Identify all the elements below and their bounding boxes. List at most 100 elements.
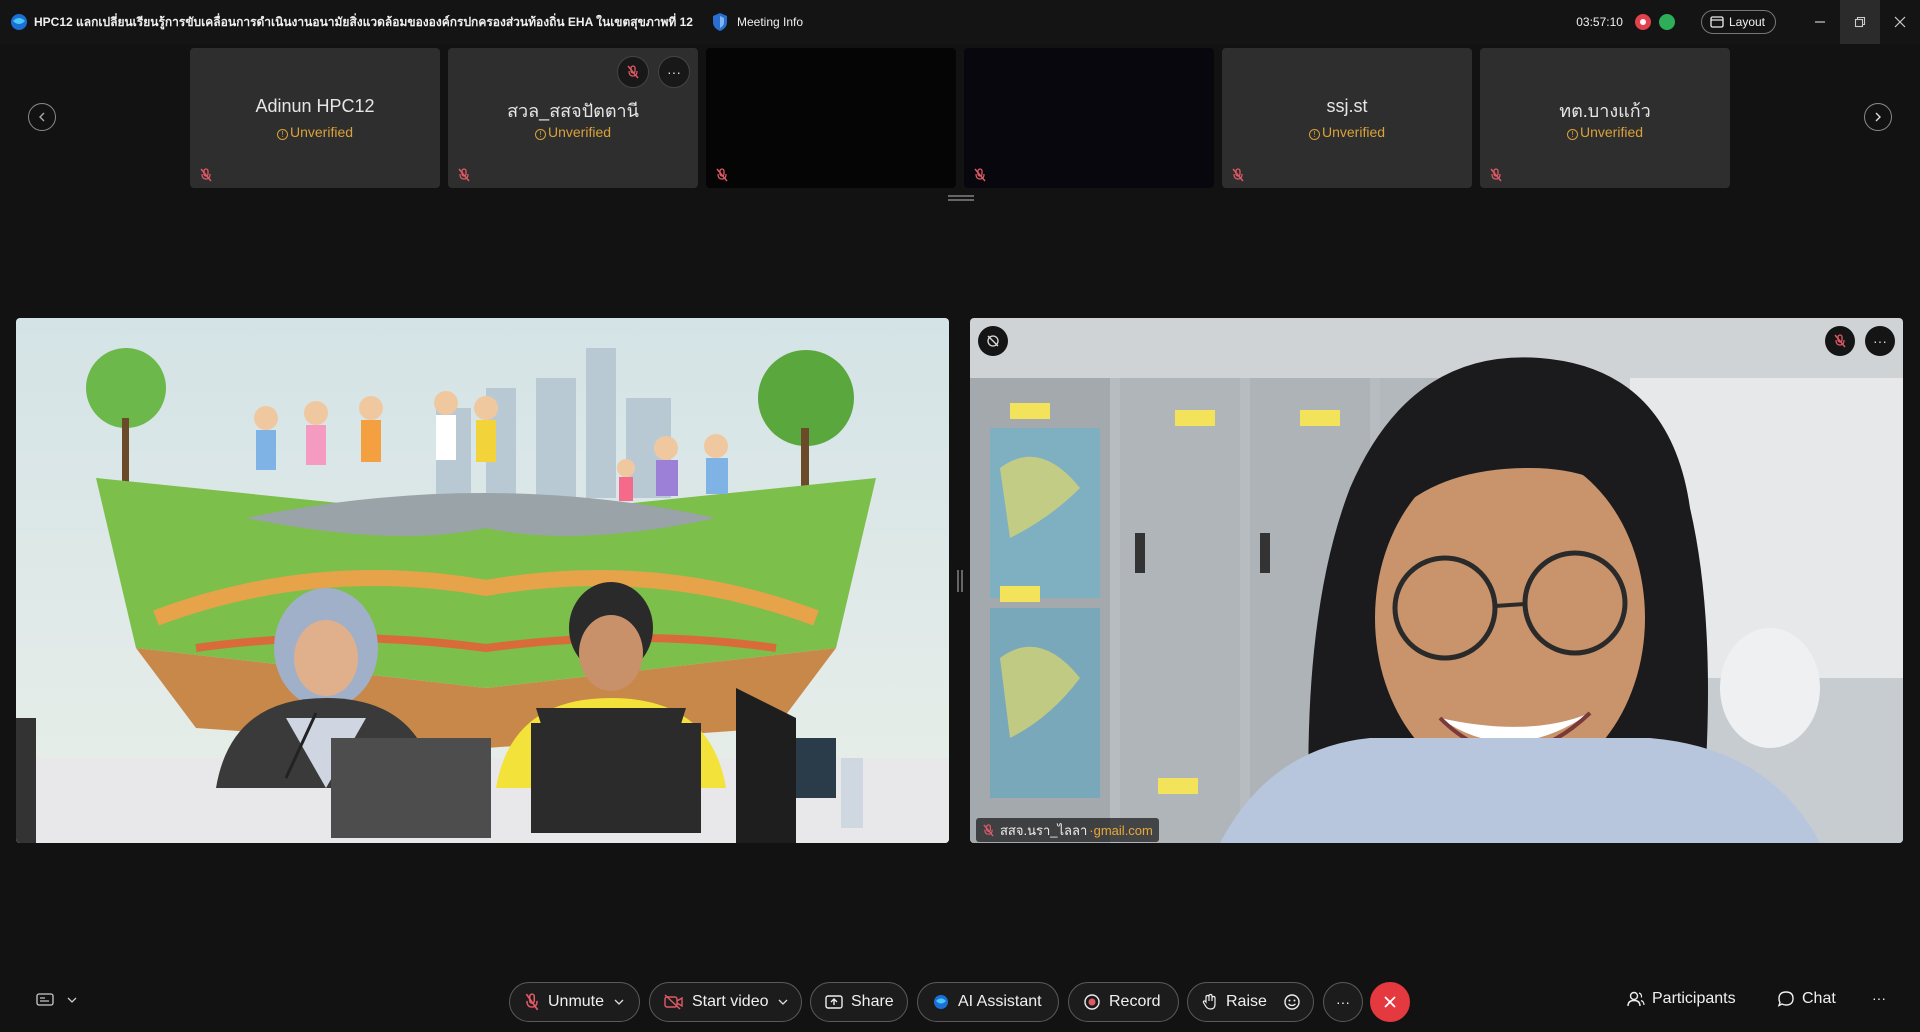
participant-status: ! Unverified xyxy=(190,124,440,140)
video-frame-room xyxy=(16,318,949,843)
participant-status: ! Unverified xyxy=(448,124,698,140)
participant-tile[interactable] xyxy=(706,48,956,188)
ai-assistant-icon xyxy=(934,995,948,1009)
video-frame-speaker xyxy=(970,318,1903,843)
warning-icon: ! xyxy=(276,129,288,140)
captions-button[interactable] xyxy=(36,992,84,1008)
reactions-icon[interactable] xyxy=(1283,993,1301,1011)
video-pin-button[interactable] xyxy=(978,326,1008,356)
video-resize-handle[interactable] xyxy=(957,570,963,592)
start-video-label: Start video xyxy=(692,993,769,1010)
muted-mic-icon xyxy=(974,168,986,182)
record-icon xyxy=(1084,994,1100,1010)
shield-icon[interactable] xyxy=(711,12,729,32)
speaker-email: ·gmail.com xyxy=(1089,822,1153,838)
layout-label: Layout xyxy=(1728,15,1765,29)
strip-resize-handle[interactable] xyxy=(948,195,974,201)
restore-icon xyxy=(1854,16,1866,28)
muted-mic-icon xyxy=(627,65,639,79)
more-options-button[interactable]: ··· xyxy=(1323,982,1363,1022)
close-icon xyxy=(1384,996,1396,1008)
muted-mic-icon xyxy=(1490,168,1502,182)
webex-logo-icon xyxy=(11,14,27,30)
title-bar: HPC12 แลกเปลี่ยนเรียนรู้การขับเคลื่อนการ… xyxy=(0,0,1920,44)
tile-mute-button[interactable] xyxy=(617,56,649,88)
muted-mic-icon xyxy=(458,168,470,182)
participant-status: ! Unverified xyxy=(1222,124,1472,140)
more-icon: ··· xyxy=(1872,990,1886,1006)
chevron-down-icon[interactable] xyxy=(778,998,788,1006)
ai-assistant-button[interactable]: AI Assistant xyxy=(917,982,1059,1022)
chat-icon xyxy=(1777,991,1794,1007)
chevron-down-icon xyxy=(67,997,77,1003)
more-icon: ··· xyxy=(667,64,681,80)
meeting-title: HPC12 แลกเปลี่ยนเรียนรู้การขับเคลื่อนการ… xyxy=(34,14,693,29)
warning-icon: ! xyxy=(534,129,546,140)
muted-mic-icon xyxy=(1834,334,1846,348)
strip-prev-button[interactable] xyxy=(28,103,56,131)
meeting-info-link[interactable]: Meeting Info xyxy=(737,15,803,29)
video-feed-speaker[interactable]: ··· xyxy=(970,318,1903,843)
share-label: Share xyxy=(851,993,894,1010)
video-off-icon xyxy=(664,994,683,1010)
participant-tile[interactable]: Adinun HPC12 ! Unverified xyxy=(190,48,440,188)
more-panels-button[interactable]: ··· xyxy=(1872,990,1886,1006)
muted-mic-icon xyxy=(525,993,539,1011)
speaker-name: สสจ.นรา_ไลลา xyxy=(1000,822,1088,838)
muted-mic-icon xyxy=(1232,168,1244,182)
unmute-label: Unmute xyxy=(548,993,605,1010)
leave-meeting-button[interactable] xyxy=(1370,982,1410,1022)
participant-name: ssj.st xyxy=(1326,96,1368,116)
record-label: Record xyxy=(1109,993,1161,1010)
chevron-left-icon xyxy=(39,112,45,122)
speaker-name-tag: สสจ.นรา_ไลลา ·gmail.com xyxy=(976,818,1159,842)
minimize-icon xyxy=(1815,21,1825,23)
chevron-down-icon[interactable] xyxy=(614,998,624,1006)
participants-label: Participants xyxy=(1652,990,1736,1007)
participant-tile[interactable]: ··· สวล_สสจปัตตานี ! Unverified xyxy=(448,48,698,188)
chat-label: Chat xyxy=(1802,990,1836,1007)
participant-name: Adinun HPC12 xyxy=(255,96,375,116)
muted-mic-icon xyxy=(200,168,212,182)
minimize-button[interactable] xyxy=(1800,0,1840,44)
raise-hand-button[interactable]: Raise xyxy=(1187,982,1314,1022)
participants-icon xyxy=(1627,991,1645,1007)
participant-tile[interactable] xyxy=(964,48,1214,188)
start-video-button[interactable]: Start video xyxy=(649,982,802,1022)
video-feed-room[interactable] xyxy=(16,318,949,843)
restore-button[interactable] xyxy=(1840,0,1880,44)
raise-hand-icon xyxy=(1202,993,1216,1010)
close-window-button[interactable] xyxy=(1880,0,1920,44)
participant-tile[interactable]: ssj.st ! Unverified xyxy=(1222,48,1472,188)
chevron-right-icon xyxy=(1875,112,1881,122)
video-mute-button[interactable] xyxy=(1825,326,1855,356)
layout-button[interactable]: Layout xyxy=(1700,10,1776,34)
video-more-button[interactable]: ··· xyxy=(1865,326,1895,356)
layout-icon xyxy=(1710,16,1724,28)
meeting-timer: 03:57:10 xyxy=(1576,15,1623,29)
muted-mic-icon xyxy=(983,823,994,836)
muted-mic-icon xyxy=(716,168,728,182)
more-icon: ··· xyxy=(1873,333,1887,349)
raise-label: Raise xyxy=(1226,993,1267,1010)
strip-next-button[interactable] xyxy=(1864,103,1892,131)
participants-button[interactable]: Participants xyxy=(1627,990,1736,1008)
warning-icon: ! xyxy=(1308,129,1320,140)
close-icon xyxy=(1894,16,1906,28)
share-screen-icon xyxy=(825,995,843,1009)
record-button[interactable]: Record xyxy=(1068,982,1179,1022)
connection-status-icon[interactable] xyxy=(1658,14,1675,30)
ai-assistant-label: AI Assistant xyxy=(958,993,1042,1010)
warning-icon: ! xyxy=(1566,129,1578,140)
participant-name: ทต.บางแก้ว xyxy=(1559,101,1651,121)
participant-name: สวล_สสจปัตตานี xyxy=(507,101,639,121)
chat-button[interactable]: Chat xyxy=(1777,990,1836,1008)
unpin-icon xyxy=(987,335,999,347)
participant-tile[interactable]: ทต.บางแก้ว ! Unverified xyxy=(1480,48,1730,188)
unmute-button[interactable]: Unmute xyxy=(509,982,640,1022)
more-icon: ··· xyxy=(1336,994,1350,1010)
recording-indicator-icon[interactable] xyxy=(1634,14,1651,30)
tile-more-button[interactable]: ··· xyxy=(658,56,690,88)
participant-status: ! Unverified xyxy=(1480,124,1730,140)
share-button[interactable]: Share xyxy=(810,982,908,1022)
